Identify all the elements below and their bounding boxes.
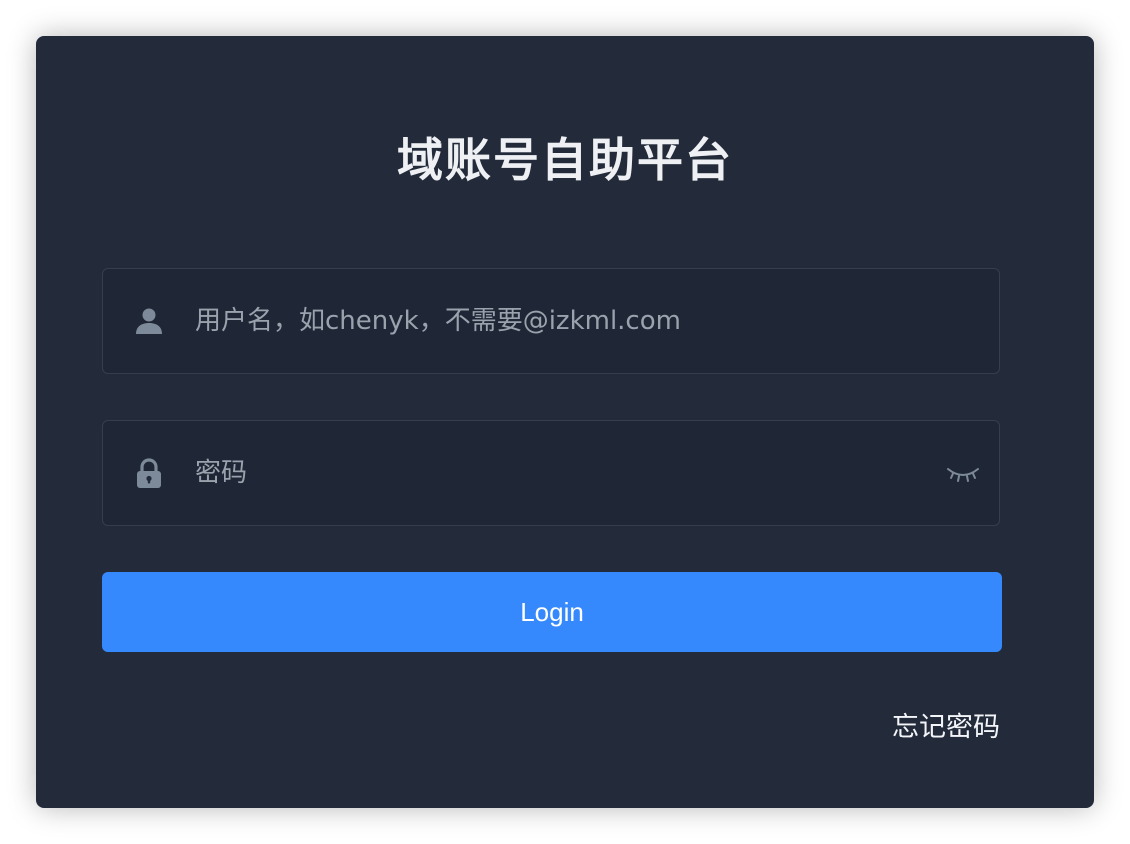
eye-closed-icon[interactable]	[945, 461, 981, 485]
username-input[interactable]	[195, 269, 955, 373]
forgot-password-link[interactable]: 忘记密码	[892, 708, 1000, 748]
page-title: 域账号自助平台	[397, 133, 733, 187]
user-icon	[133, 305, 165, 337]
username-field[interactable]	[102, 268, 1000, 374]
lock-icon	[133, 457, 165, 489]
login-button[interactable]: Login	[102, 572, 1002, 652]
password-field[interactable]	[102, 420, 1000, 526]
password-input[interactable]	[195, 421, 955, 525]
